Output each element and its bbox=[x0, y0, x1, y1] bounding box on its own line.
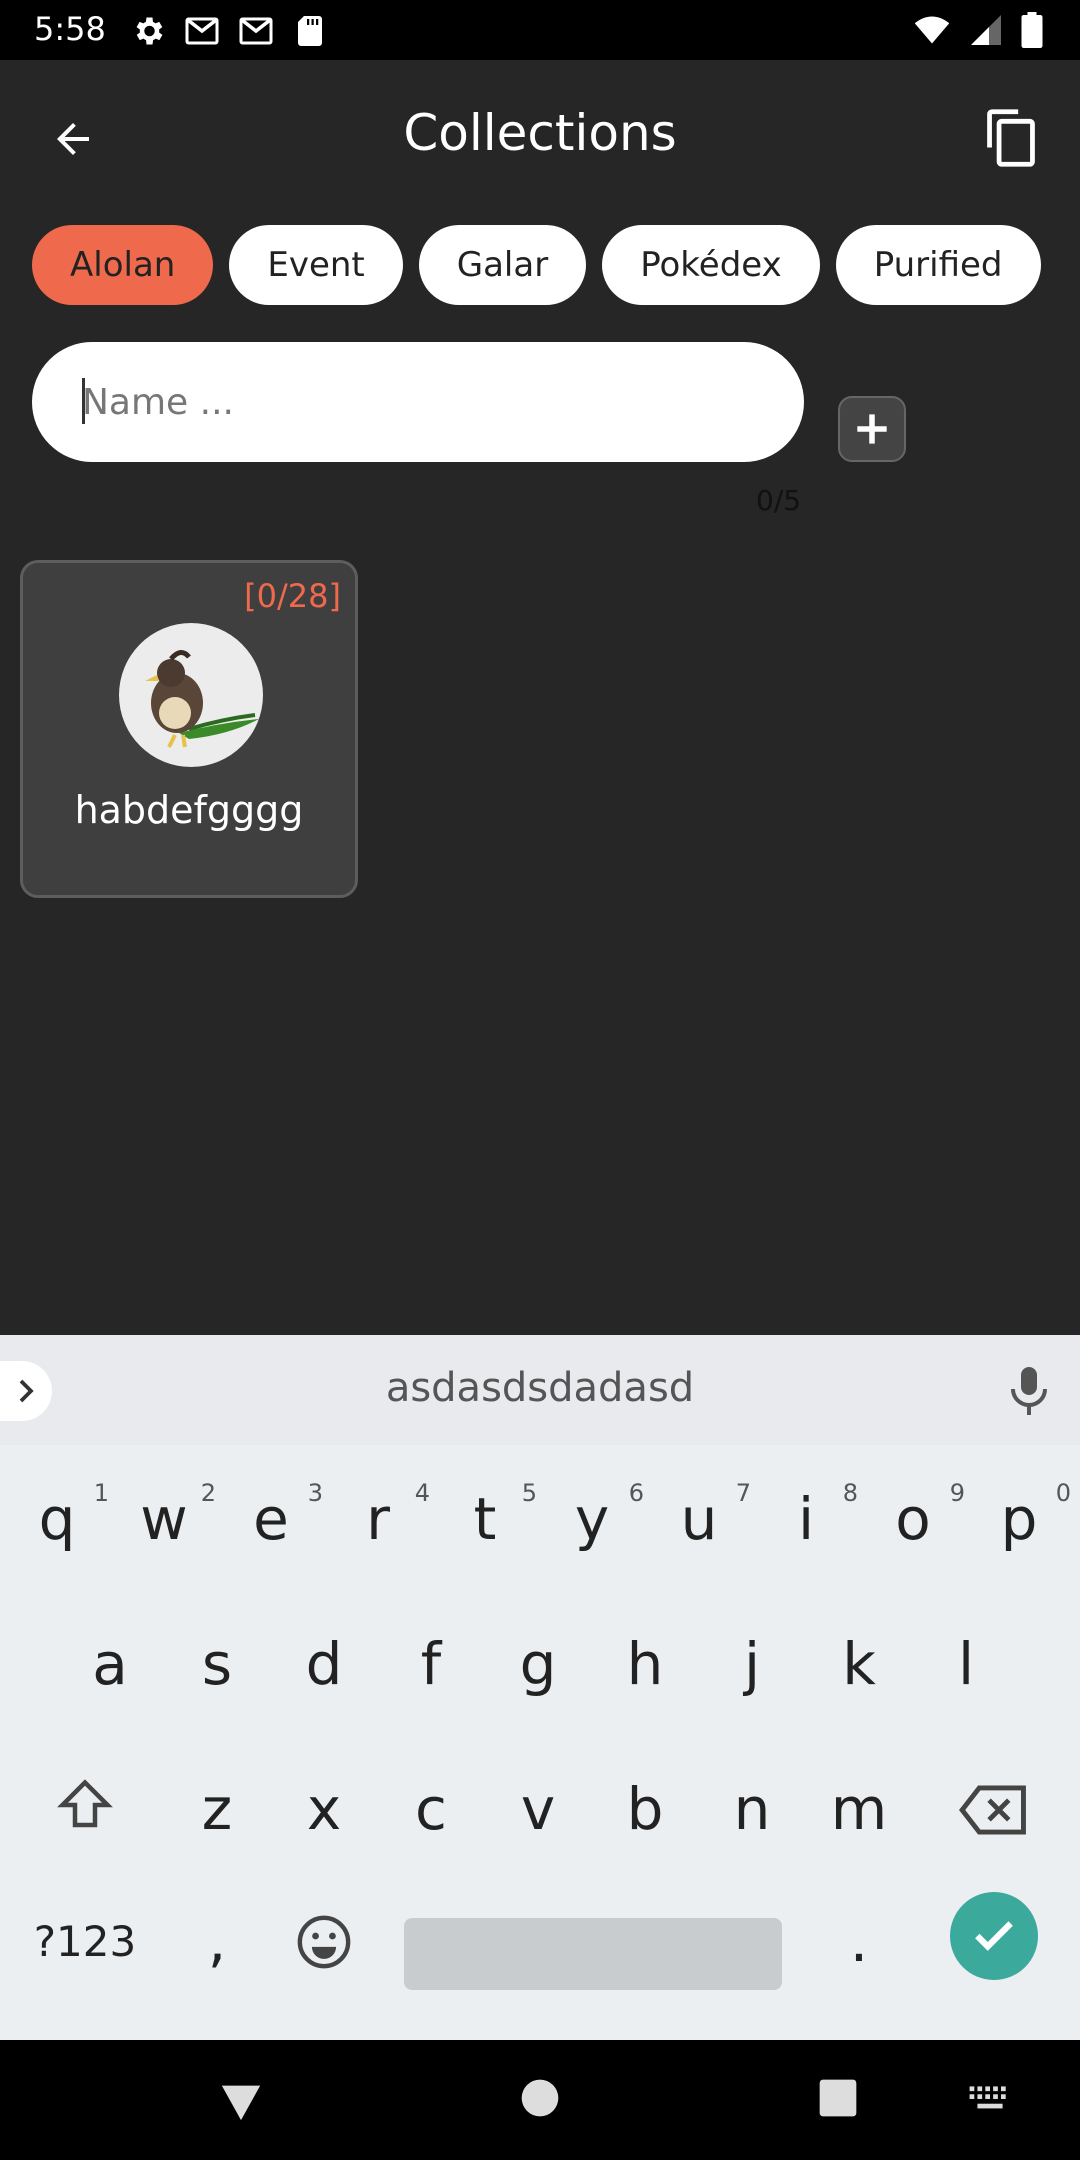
key-d[interactable]: d bbox=[284, 1630, 364, 1698]
collection-card[interactable]: [0/28] habdefgggg bbox=[20, 560, 358, 898]
suggestion-bar: asdasdsdadasd bbox=[0, 1335, 1080, 1445]
notification-icons bbox=[130, 13, 328, 49]
status-time: 5:58 bbox=[34, 10, 106, 48]
key-g[interactable]: g bbox=[498, 1630, 578, 1698]
backspace-icon bbox=[958, 1785, 1026, 1835]
key-s[interactable]: s bbox=[177, 1630, 257, 1698]
name-char-counter: 0/5 bbox=[756, 484, 802, 517]
emoji-icon bbox=[297, 1915, 351, 1969]
emoji-key[interactable] bbox=[284, 1913, 364, 1985]
key-h[interactable]: h bbox=[605, 1630, 685, 1698]
comma-key[interactable]: , bbox=[177, 1907, 257, 1975]
chip-galar[interactable]: Galar bbox=[418, 225, 587, 305]
copy-icon bbox=[987, 109, 1035, 167]
copy-button[interactable] bbox=[976, 100, 1046, 176]
nav-recents-icon[interactable] bbox=[818, 2078, 858, 2118]
key-n[interactable]: n bbox=[712, 1775, 792, 1843]
key-y[interactable]: y6 bbox=[552, 1479, 644, 1553]
farfetchd-image bbox=[145, 650, 259, 748]
navigation-bar bbox=[0, 2040, 1080, 2160]
status-bar: 5:58 bbox=[0, 0, 1080, 60]
mic-icon[interactable] bbox=[1004, 1363, 1054, 1419]
key-k[interactable]: k bbox=[819, 1630, 899, 1698]
sd-card-icon bbox=[298, 16, 322, 46]
check-icon bbox=[975, 1921, 1013, 1951]
shift-key[interactable] bbox=[45, 1775, 125, 1849]
key-i[interactable]: i8 bbox=[766, 1479, 858, 1553]
wifi-icon bbox=[914, 16, 950, 44]
plus-icon bbox=[857, 414, 887, 444]
nav-back-icon[interactable] bbox=[218, 2078, 264, 2124]
add-collection-button[interactable] bbox=[838, 396, 906, 462]
soft-keyboard: asdasdsdadasd q1 w2 e3 r4 t5 y6 u7 i8 o9… bbox=[0, 1335, 1080, 2040]
nav-home-icon[interactable] bbox=[520, 2078, 560, 2118]
key-m[interactable]: m bbox=[819, 1775, 899, 1843]
page-title: Collections bbox=[403, 104, 677, 162]
key-c[interactable]: c bbox=[391, 1775, 471, 1843]
word-suggestion[interactable]: asdasdsdadasd bbox=[0, 1365, 1080, 1411]
chip-purified[interactable]: Purified bbox=[835, 225, 1041, 305]
done-key[interactable] bbox=[950, 1892, 1038, 1980]
key-a[interactable]: a bbox=[70, 1630, 150, 1698]
symbols-key[interactable]: ?123 bbox=[30, 1917, 140, 1966]
chip-pokedex[interactable]: Pokédex bbox=[602, 225, 820, 305]
key-j[interactable]: j bbox=[712, 1630, 792, 1698]
key-f[interactable]: f bbox=[391, 1630, 471, 1698]
text-cursor bbox=[82, 378, 85, 424]
backspace-key[interactable] bbox=[952, 1783, 1036, 1851]
key-w[interactable]: w2 bbox=[124, 1479, 216, 1553]
app-bar: Collections bbox=[0, 60, 1080, 206]
gmail-icon bbox=[239, 17, 273, 45]
key-u[interactable]: u7 bbox=[659, 1479, 751, 1553]
keyboard-switch-icon[interactable] bbox=[968, 2084, 1012, 2114]
key-x[interactable]: x bbox=[284, 1775, 364, 1843]
key-l[interactable]: l bbox=[926, 1630, 1006, 1698]
chip-alolan[interactable]: Alolan bbox=[32, 225, 214, 305]
settings-icon bbox=[136, 17, 163, 45]
key-t[interactable]: t5 bbox=[445, 1479, 537, 1553]
key-e[interactable]: e3 bbox=[231, 1479, 323, 1553]
collection-count: [0/28] bbox=[244, 577, 341, 615]
space-key[interactable] bbox=[404, 1918, 782, 1990]
key-p[interactable]: p0 bbox=[979, 1479, 1071, 1553]
key-r[interactable]: r4 bbox=[338, 1479, 430, 1553]
key-v[interactable]: v bbox=[498, 1775, 578, 1843]
signal-icon bbox=[971, 15, 1001, 45]
gmail-icon bbox=[185, 17, 219, 45]
key-z[interactable]: z bbox=[177, 1775, 257, 1843]
system-icons bbox=[912, 12, 1044, 48]
key-b[interactable]: b bbox=[605, 1775, 685, 1843]
battery-icon bbox=[1021, 12, 1043, 48]
collection-name: habdefgggg bbox=[74, 788, 304, 832]
period-key[interactable]: . bbox=[819, 1907, 899, 1975]
shift-icon bbox=[57, 1779, 113, 1828]
collections-screen: Collections Alolan Event Galar Pokédex Purif… bbox=[0, 60, 1080, 1335]
key-o[interactable]: o9 bbox=[873, 1479, 965, 1553]
category-chips: Alolan Event Galar Pokédex Purified bbox=[32, 225, 1048, 307]
name-input[interactable] bbox=[32, 342, 804, 462]
key-grid: q1 w2 e3 r4 t5 y6 u7 i8 o9 p0 a s d f g … bbox=[0, 1445, 1080, 2040]
chip-event[interactable]: Event bbox=[229, 225, 403, 305]
pokemon-avatar bbox=[119, 623, 263, 767]
key-q[interactable]: q1 bbox=[17, 1479, 109, 1553]
